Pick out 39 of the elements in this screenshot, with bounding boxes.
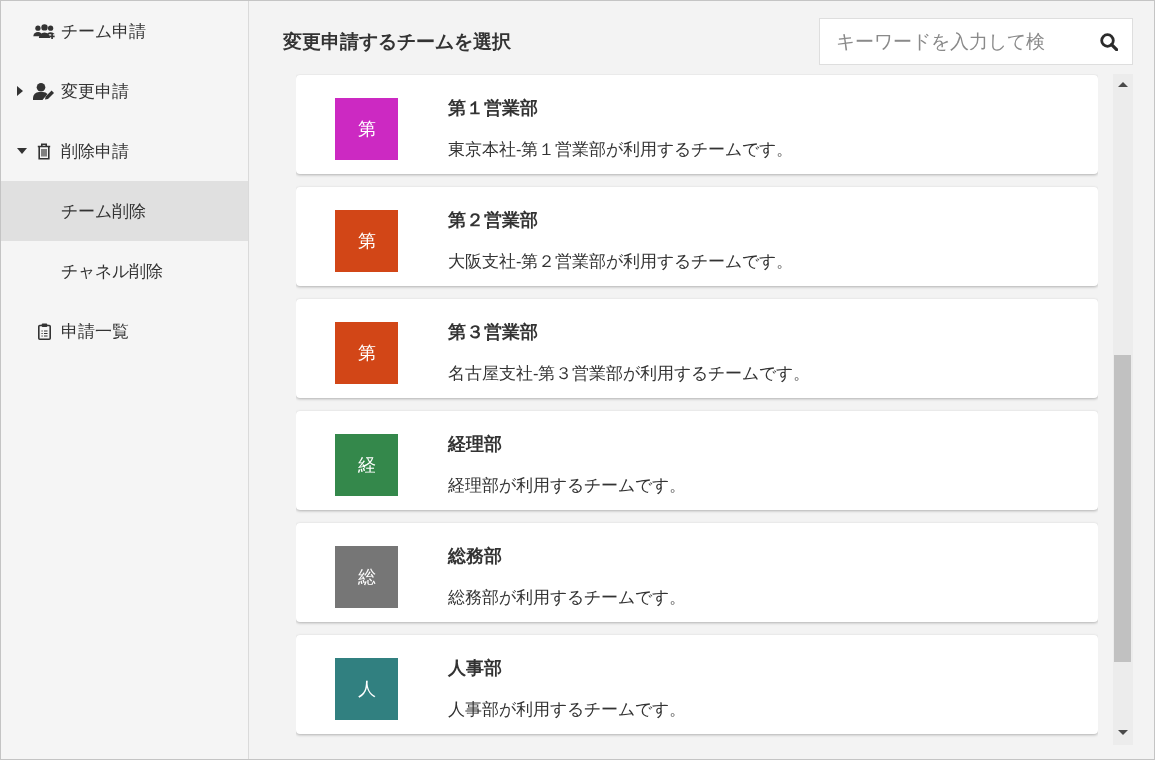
team-avatar: 人 — [335, 658, 398, 720]
trash-icon — [37, 142, 51, 160]
team-description: 東京本社-第１営業部が利用するチームです。 — [448, 139, 794, 160]
team-description: 名古屋支社-第３営業部が利用するチームです。 — [448, 363, 811, 384]
team-name: 第１営業部 — [448, 97, 539, 120]
nav-item[interactable]: チーム削除 — [1, 181, 248, 241]
nav-item[interactable]: 削除申請 — [17, 138, 129, 164]
team-name: 第３営業部 — [448, 321, 539, 344]
page-title: 変更申請するチームを選択 — [283, 29, 511, 54]
team-avatar: 経 — [335, 434, 398, 496]
team-card[interactable]: 総 総務部 総務部が利用するチームです。 — [296, 523, 1098, 622]
team-description: 総務部が利用するチームです。 — [448, 587, 686, 608]
nav-item[interactable]: 変更申請 — [17, 78, 129, 104]
scrollbar-thumb[interactable] — [1114, 355, 1131, 662]
team-name: 経理部 — [448, 433, 503, 456]
team-card[interactable]: 第 第３営業部 名古屋支社-第３営業部が利用するチームです。 — [296, 299, 1098, 398]
team-avatar: 第 — [335, 98, 398, 160]
team-name: 総務部 — [448, 545, 503, 568]
users-plus-icon — [32, 23, 56, 39]
nav-item[interactable]: 申請一覧 — [17, 318, 129, 344]
team-avatar: 第 — [335, 210, 398, 272]
team-name: 人事部 — [448, 657, 503, 680]
team-card[interactable]: 人 人事部 人事部が利用するチームです。 — [296, 635, 1098, 734]
team-avatar: 第 — [335, 322, 398, 384]
scroll-down-icon[interactable] — [1118, 730, 1128, 735]
team-description: 人事部が利用するチームです。 — [448, 699, 686, 720]
clipboard-icon — [37, 322, 51, 340]
team-avatar: 総 — [335, 546, 398, 608]
team-description: 大阪支社-第２営業部が利用するチームです。 — [448, 251, 794, 272]
scroll-up-icon[interactable] — [1118, 82, 1128, 87]
user-pen-icon — [33, 82, 55, 100]
scrollbar[interactable] — [1113, 74, 1133, 745]
nav-item[interactable]: チーム申請 — [17, 18, 146, 44]
team-card[interactable]: 経 経理部 経理部が利用するチームです。 — [296, 411, 1098, 510]
team-card[interactable]: 第 第１営業部 東京本社-第１営業部が利用するチームです。 — [296, 75, 1098, 174]
nav-item[interactable]: チャネル削除 — [61, 258, 163, 284]
team-description: 経理部が利用するチームです。 — [448, 475, 686, 496]
team-card[interactable]: 第 第２営業部 大阪支社-第２営業部が利用するチームです。 — [296, 187, 1098, 286]
team-name: 第２営業部 — [448, 209, 539, 232]
